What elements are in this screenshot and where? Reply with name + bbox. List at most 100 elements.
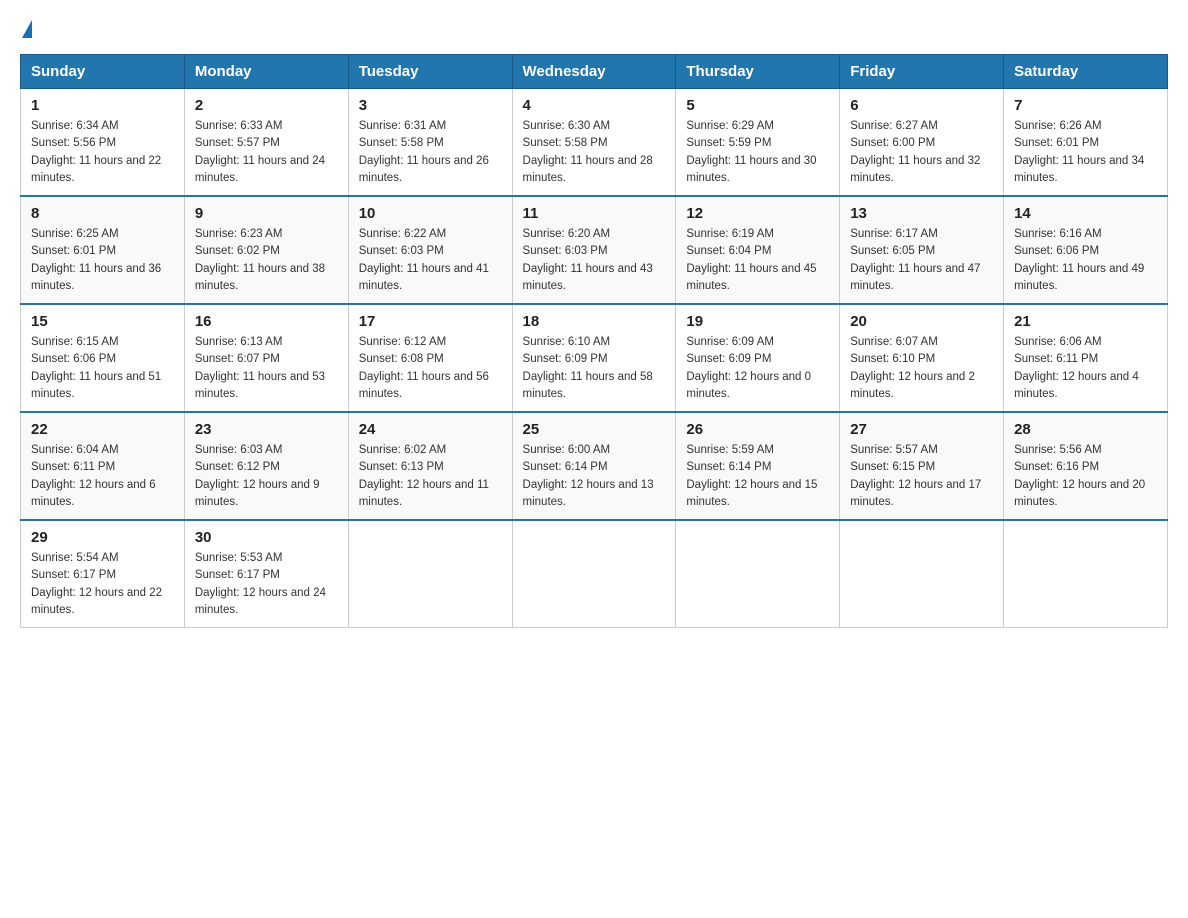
header-wednesday: Wednesday: [512, 55, 676, 89]
day-info: Sunrise: 6:04 AMSunset: 6:11 PMDaylight:…: [31, 442, 174, 511]
logo-triangle-icon: [22, 20, 32, 38]
calendar-day-cell: 1Sunrise: 6:34 AMSunset: 5:56 PMDaylight…: [21, 89, 185, 197]
calendar-day-cell: 3 Sunrise: 6:31 AMSunset: 5:58 PMDaylight…: [348, 89, 512, 197]
day-number: 25: [523, 421, 666, 438]
calendar-day-cell: 25 Sunrise: 6:00 AMSunset: 6:14 PMDayligh…: [512, 412, 676, 520]
calendar-day-cell: 19 Sunrise: 6:09 AMSunset: 6:09 PMDayligh…: [676, 304, 840, 412]
day-info: Sunrise: 5:54 AMSunset: 6:17 PMDaylight:…: [31, 550, 174, 619]
day-number: 21: [1014, 313, 1157, 330]
day-info: Sunrise: 6:07 AMSunset: 6:10 PMDaylight:…: [850, 334, 993, 403]
day-number: 30: [195, 529, 338, 546]
day-info: Sunrise: 6:31 AMSunset: 5:58 PMDaylight:…: [359, 118, 502, 187]
calendar-day-cell: 29 Sunrise: 5:54 AMSunset: 6:17 PMDayligh…: [21, 520, 185, 628]
day-info: Sunrise: 6:03 AMSunset: 6:12 PMDaylight:…: [195, 442, 338, 511]
calendar-day-cell: 9 Sunrise: 6:23 AMSunset: 6:02 PMDaylight…: [184, 196, 348, 304]
calendar-day-cell: 27 Sunrise: 5:57 AMSunset: 6:15 PMDayligh…: [840, 412, 1004, 520]
day-number: 9: [195, 205, 338, 222]
day-info: Sunrise: 6:27 AMSunset: 6:00 PMDaylight:…: [850, 118, 993, 187]
logo-text: [20, 20, 34, 38]
day-number: 5: [686, 97, 829, 114]
day-number: 2: [195, 97, 338, 114]
calendar-day-cell: 26Sunrise: 5:59 AMSunset: 6:14 PMDayligh…: [676, 412, 840, 520]
header-tuesday: Tuesday: [348, 55, 512, 89]
calendar-day-cell: 6Sunrise: 6:27 AMSunset: 6:00 PMDaylight…: [840, 89, 1004, 197]
day-info: Sunrise: 6:16 AMSunset: 6:06 PMDaylight:…: [1014, 226, 1157, 295]
day-number: 16: [195, 313, 338, 330]
day-info: Sunrise: 6:10 AMSunset: 6:09 PMDaylight:…: [523, 334, 666, 403]
calendar-day-cell: [1004, 520, 1168, 628]
calendar-day-cell: [348, 520, 512, 628]
day-info: Sunrise: 6:30 AMSunset: 5:58 PMDaylight:…: [523, 118, 666, 187]
calendar-day-cell: 5 Sunrise: 6:29 AMSunset: 5:59 PMDaylight…: [676, 89, 840, 197]
day-info: Sunrise: 6:06 AMSunset: 6:11 PMDaylight:…: [1014, 334, 1157, 403]
day-number: 15: [31, 313, 174, 330]
day-number: 11: [523, 205, 666, 222]
day-info: Sunrise: 6:00 AMSunset: 6:14 PMDaylight:…: [523, 442, 666, 511]
day-info: Sunrise: 6:23 AMSunset: 6:02 PMDaylight:…: [195, 226, 338, 295]
header-thursday: Thursday: [676, 55, 840, 89]
calendar-week-row: 8 Sunrise: 6:25 AMSunset: 6:01 PMDaylight…: [21, 196, 1168, 304]
day-info: Sunrise: 6:17 AMSunset: 6:05 PMDaylight:…: [850, 226, 993, 295]
day-number: 29: [31, 529, 174, 546]
day-info: Sunrise: 6:22 AMSunset: 6:03 PMDaylight:…: [359, 226, 502, 295]
day-info: Sunrise: 6:09 AMSunset: 6:09 PMDaylight:…: [686, 334, 829, 403]
calendar-week-row: 29 Sunrise: 5:54 AMSunset: 6:17 PMDayligh…: [21, 520, 1168, 628]
day-info: Sunrise: 6:34 AMSunset: 5:56 PMDaylight:…: [31, 118, 174, 187]
calendar-week-row: 15 Sunrise: 6:15 AMSunset: 6:06 PMDayligh…: [21, 304, 1168, 412]
day-info: Sunrise: 6:15 AMSunset: 6:06 PMDaylight:…: [31, 334, 174, 403]
day-info: Sunrise: 5:57 AMSunset: 6:15 PMDaylight:…: [850, 442, 993, 511]
day-info: Sunrise: 6:29 AMSunset: 5:59 PMDaylight:…: [686, 118, 829, 187]
day-number: 20: [850, 313, 993, 330]
calendar-day-cell: 16 Sunrise: 6:13 AMSunset: 6:07 PMDayligh…: [184, 304, 348, 412]
calendar-day-cell: 11 Sunrise: 6:20 AMSunset: 6:03 PMDayligh…: [512, 196, 676, 304]
day-info: Sunrise: 6:26 AMSunset: 6:01 PMDaylight:…: [1014, 118, 1157, 187]
calendar-day-cell: 24 Sunrise: 6:02 AMSunset: 6:13 PMDayligh…: [348, 412, 512, 520]
calendar-day-cell: 22 Sunrise: 6:04 AMSunset: 6:11 PMDayligh…: [21, 412, 185, 520]
day-number: 26: [686, 421, 829, 438]
day-info: Sunrise: 6:02 AMSunset: 6:13 PMDaylight:…: [359, 442, 502, 511]
day-info: Sunrise: 6:33 AMSunset: 5:57 PMDaylight:…: [195, 118, 338, 187]
calendar-day-cell: 8 Sunrise: 6:25 AMSunset: 6:01 PMDaylight…: [21, 196, 185, 304]
calendar-day-cell: 14 Sunrise: 6:16 AMSunset: 6:06 PMDayligh…: [1004, 196, 1168, 304]
day-info: Sunrise: 6:19 AMSunset: 6:04 PMDaylight:…: [686, 226, 829, 295]
calendar-day-cell: 4 Sunrise: 6:30 AMSunset: 5:58 PMDaylight…: [512, 89, 676, 197]
header-friday: Friday: [840, 55, 1004, 89]
calendar-week-row: 22 Sunrise: 6:04 AMSunset: 6:11 PMDayligh…: [21, 412, 1168, 520]
header-saturday: Saturday: [1004, 55, 1168, 89]
calendar-day-cell: 18Sunrise: 6:10 AMSunset: 6:09 PMDayligh…: [512, 304, 676, 412]
day-info: Sunrise: 6:13 AMSunset: 6:07 PMDaylight:…: [195, 334, 338, 403]
calendar-table: Sunday Monday Tuesday Wednesday Thursday…: [20, 54, 1168, 628]
day-number: 23: [195, 421, 338, 438]
calendar-day-cell: 17 Sunrise: 6:12 AMSunset: 6:08 PMDayligh…: [348, 304, 512, 412]
day-number: 8: [31, 205, 174, 222]
calendar-day-cell: 7 Sunrise: 6:26 AMSunset: 6:01 PMDaylight…: [1004, 89, 1168, 197]
header-monday: Monday: [184, 55, 348, 89]
calendar-day-cell: 20 Sunrise: 6:07 AMSunset: 6:10 PMDayligh…: [840, 304, 1004, 412]
day-number: 4: [523, 97, 666, 114]
header-sunday: Sunday: [21, 55, 185, 89]
calendar-day-cell: 13 Sunrise: 6:17 AMSunset: 6:05 PMDayligh…: [840, 196, 1004, 304]
day-number: 14: [1014, 205, 1157, 222]
calendar-day-cell: 23 Sunrise: 6:03 AMSunset: 6:12 PMDayligh…: [184, 412, 348, 520]
day-number: 27: [850, 421, 993, 438]
day-number: 7: [1014, 97, 1157, 114]
day-number: 12: [686, 205, 829, 222]
day-info: Sunrise: 6:25 AMSunset: 6:01 PMDaylight:…: [31, 226, 174, 295]
day-number: 19: [686, 313, 829, 330]
day-info: Sunrise: 6:12 AMSunset: 6:08 PMDaylight:…: [359, 334, 502, 403]
day-number: 24: [359, 421, 502, 438]
calendar-day-cell: 2 Sunrise: 6:33 AMSunset: 5:57 PMDaylight…: [184, 89, 348, 197]
day-info: Sunrise: 6:20 AMSunset: 6:03 PMDaylight:…: [523, 226, 666, 295]
calendar-day-cell: [840, 520, 1004, 628]
day-number: 3: [359, 97, 502, 114]
calendar-day-cell: 10 Sunrise: 6:22 AMSunset: 6:03 PMDayligh…: [348, 196, 512, 304]
page-header: [20, 20, 1168, 38]
calendar-header-row: Sunday Monday Tuesday Wednesday Thursday…: [21, 55, 1168, 89]
calendar-day-cell: 30Sunrise: 5:53 AMSunset: 6:17 PMDayligh…: [184, 520, 348, 628]
calendar-week-row: 1Sunrise: 6:34 AMSunset: 5:56 PMDaylight…: [21, 89, 1168, 197]
day-number: 10: [359, 205, 502, 222]
day-number: 17: [359, 313, 502, 330]
day-number: 22: [31, 421, 174, 438]
day-number: 13: [850, 205, 993, 222]
calendar-day-cell: [676, 520, 840, 628]
